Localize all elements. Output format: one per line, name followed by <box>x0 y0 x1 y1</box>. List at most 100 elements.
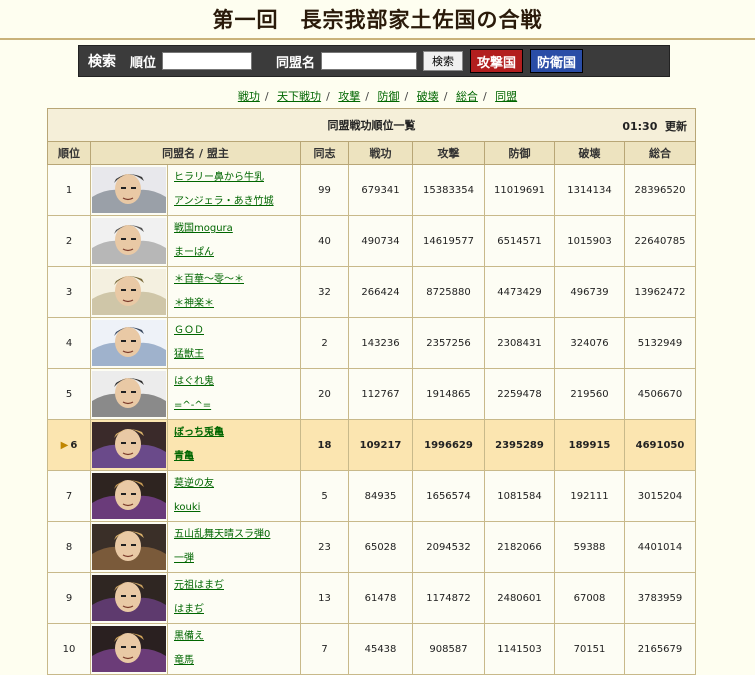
page-title: 第一回 長宗我部家土佐国の合戦 <box>212 7 543 32</box>
leader-portrait[interactable] <box>92 626 166 672</box>
merit-cell: 45438 <box>348 623 413 675</box>
alliance-name-link[interactable]: 元祖はまぢ <box>174 574 299 598</box>
members-cell: 40 <box>300 215 349 267</box>
portrait-image <box>92 524 166 570</box>
alliance-name-link[interactable]: 戦国mogura <box>174 217 299 241</box>
total-cell: 2165679 <box>623 623 697 675</box>
leader-portrait[interactable] <box>92 218 166 264</box>
leader-portrait-cell <box>90 521 168 573</box>
defense-country-button[interactable]: 防衛国 <box>530 49 584 73</box>
alliance-name-link[interactable]: 五山乱舞天晴スラ弾0 <box>174 523 299 547</box>
leader-name-link[interactable]: 猛獣王 <box>174 343 299 367</box>
alliance-input[interactable] <box>321 52 418 70</box>
leader-name-link[interactable]: =^-^= <box>174 394 299 418</box>
table-row: 8 五山乱舞天晴スラ弾0 一弾 23 65028 2094532 2182066 59388 4… <box>47 521 697 573</box>
col-attack: 攻撃 <box>412 141 485 165</box>
leader-portrait-cell <box>90 266 168 318</box>
alliance-name-link[interactable]: はぐれ鬼 <box>174 370 299 394</box>
leader-name-link[interactable]: まーぱん <box>174 241 299 265</box>
members-cell: 23 <box>300 521 349 573</box>
nav-tenka-merit[interactable]: 天下戦功 <box>277 90 321 103</box>
alliance-name-link[interactable]: 莫逆の友 <box>174 472 299 496</box>
members-cell: 7 <box>300 623 349 675</box>
rank-value: 8 <box>65 541 73 553</box>
destroy-cell: 219560 <box>554 368 625 420</box>
leader-portrait[interactable] <box>92 422 166 468</box>
leader-portrait[interactable] <box>92 269 166 315</box>
alliance-name-link[interactable]: ぼっち兎亀 <box>174 421 299 445</box>
rank-value: 4 <box>65 337 73 349</box>
rank-value: 1 <box>65 184 73 196</box>
portrait-image <box>92 575 166 621</box>
leader-name-link[interactable]: kouki <box>174 496 299 520</box>
search-bar: 検索 順位 同盟名 検索 攻撃国 防衛国 <box>78 45 670 77</box>
leader-portrait-cell <box>90 470 168 522</box>
attack-cell: 1174872 <box>412 572 485 624</box>
alliance-name-link[interactable]: 黒備え <box>174 625 299 649</box>
ranking-table: 同盟戦功順位一覧 01:30 更新 順位 同盟名 / 盟主 同志 戦功 攻撃 防… <box>46 108 697 675</box>
total-cell: 13962472 <box>623 266 697 318</box>
leader-portrait[interactable] <box>92 524 166 570</box>
rank-cell: ▶ 6 <box>47 419 91 471</box>
nav-defense[interactable]: 防御 <box>378 90 400 103</box>
nav-attack[interactable]: 攻撃 <box>338 90 360 103</box>
table-row: 2 戦国mogura まーぱん 40 490734 14619577 6514571 1015… <box>47 215 697 267</box>
total-cell: 3783959 <box>623 572 697 624</box>
nav-total[interactable]: 総合 <box>456 90 478 103</box>
leader-name-link[interactable]: アンジェラ・あき竹城 <box>174 190 299 214</box>
leader-portrait[interactable] <box>92 167 166 213</box>
search-label: 検索 <box>88 54 116 70</box>
leader-portrait[interactable] <box>92 371 166 417</box>
alliance-leader-cell: 戦国mogura まーぱん <box>167 215 301 267</box>
leader-portrait[interactable] <box>92 473 166 519</box>
table-body: 1 ヒラリー鼻から牛乳 アンジェラ・あき竹城 99 679341 15383354 1101… <box>47 164 697 675</box>
portrait-image <box>92 269 166 315</box>
alliance-leader-cell: 黒備え 竜馬 <box>167 623 301 675</box>
nav-separator: / <box>404 90 409 103</box>
attack-cell: 1656574 <box>412 470 485 522</box>
total-cell: 4506670 <box>623 368 697 420</box>
alliance-name-link[interactable]: ＊百華～零～＊ <box>174 268 299 292</box>
members-cell: 13 <box>300 572 349 624</box>
leader-name-link[interactable]: 竜馬 <box>174 649 299 673</box>
defense-cell: 1141503 <box>484 623 555 675</box>
total-cell: 22640785 <box>623 215 697 267</box>
leader-name-link[interactable]: ＊神楽＊ <box>174 292 299 316</box>
alliance-leader-cell: 五山乱舞天晴スラ弾0 一弾 <box>167 521 301 573</box>
page-header: 第一回 長宗我部家土佐国の合戦 <box>0 0 755 40</box>
defense-cell: 6514571 <box>484 215 555 267</box>
col-total: 総合 <box>623 141 697 165</box>
table-title: 同盟戦功順位一覧 <box>327 119 416 132</box>
leader-portrait-cell <box>90 317 168 369</box>
leader-portrait[interactable] <box>92 320 166 366</box>
nav-alliance[interactable]: 同盟 <box>495 90 517 103</box>
attack-cell: 1996629 <box>412 419 485 471</box>
leader-name-link[interactable]: 一弾 <box>174 547 299 571</box>
leader-portrait-cell <box>90 164 168 216</box>
destroy-cell: 1314134 <box>554 164 625 216</box>
merit-cell: 266424 <box>348 266 413 318</box>
table-row: 7 莫逆の友 kouki 5 84935 1656574 1081584 192111 3015… <box>47 470 697 522</box>
alliance-name-link[interactable]: ＧＯＤ <box>174 319 299 343</box>
rank-cell: 5 <box>47 368 91 420</box>
attack-country-button[interactable]: 攻撃国 <box>470 49 524 73</box>
alliance-name-link[interactable]: ヒラリー鼻から牛乳 <box>174 166 299 190</box>
leader-name-link[interactable]: 青亀 <box>174 445 299 469</box>
nav-destroy[interactable]: 破壊 <box>417 90 439 103</box>
defense-cell: 11019691 <box>484 164 555 216</box>
leader-portrait-cell <box>90 215 168 267</box>
leader-portrait[interactable] <box>92 575 166 621</box>
search-button[interactable]: 検索 <box>423 51 464 71</box>
portrait-image <box>92 473 166 519</box>
alliance-leader-cell: はぐれ鬼 =^-^= <box>167 368 301 420</box>
total-cell: 28396520 <box>623 164 697 216</box>
leader-name-link[interactable]: はまぢ <box>174 598 299 622</box>
table-row: 3 ＊百華～零～＊ ＊神楽＊ 32 266424 8725880 4473429 496739… <box>47 266 697 318</box>
rank-input[interactable] <box>162 52 253 70</box>
alliance-leader-cell: ＧＯＤ 猛獣王 <box>167 317 301 369</box>
rank-value: 10 <box>62 643 76 655</box>
table-row: 10 黒備え 竜馬 7 45438 908587 1141503 70151 2165679 <box>47 623 697 675</box>
category-nav: 戦功 / 天下戦功 / 攻撃 / 防御 / 破壊 / 総合 / 同盟 <box>0 88 755 104</box>
nav-merit[interactable]: 戦功 <box>238 90 260 103</box>
rank-cell: 4 <box>47 317 91 369</box>
